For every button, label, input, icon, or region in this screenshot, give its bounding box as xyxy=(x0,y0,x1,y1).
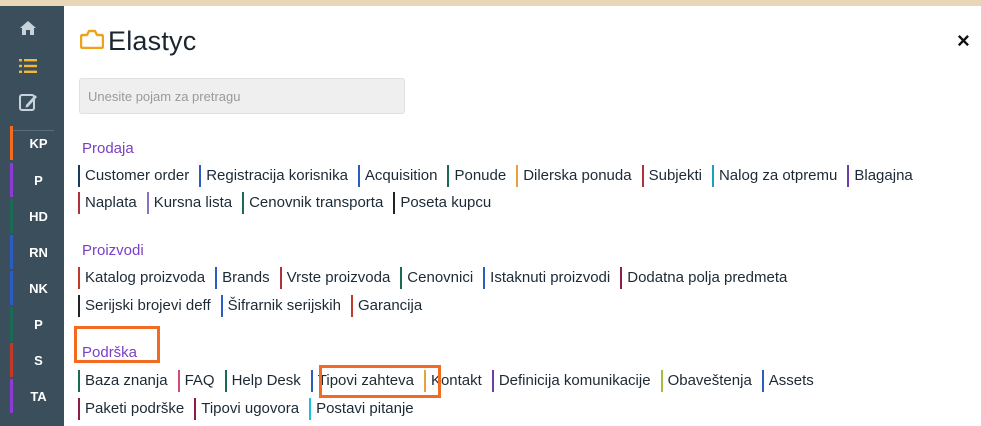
list-icon[interactable] xyxy=(18,56,38,76)
menu-link-postavi-pitanje[interactable]: Postavi pitanje xyxy=(309,398,420,420)
menu-row: Naplata Kursna lista Cenovnik transporta Po… xyxy=(78,191,501,215)
menu-link-dodatna-polja-predmeta[interactable]: Dodatna polja predmeta xyxy=(620,267,793,289)
rail-item-p-1[interactable]: P xyxy=(10,163,64,197)
menu-link-naplata[interactable]: Naplata xyxy=(78,192,143,214)
rail-item-ta-7[interactable]: TA xyxy=(10,379,64,413)
rail-item-nk-4[interactable]: NK xyxy=(10,271,64,305)
menu-link-istaknuti-proizvodi[interactable]: Istaknuti proizvodi xyxy=(483,267,616,289)
menu-link-cenovnik-transporta[interactable]: Cenovnik transporta xyxy=(242,192,389,214)
menu-link-nalog-za-otpremu[interactable]: Nalog za otpremu xyxy=(711,165,843,187)
menu-row: Katalog proizvoda Brands Vrste proizvoda Ce… xyxy=(78,266,797,290)
search-input[interactable] xyxy=(79,78,405,114)
rail-item-s-6[interactable]: S xyxy=(10,343,64,377)
menu-link-blagajna[interactable]: Blagajna xyxy=(847,165,918,187)
menu-row: Serijski brojevi deff Šifrarnik serijskih… xyxy=(78,294,432,318)
rail-item-rn-3[interactable]: RN xyxy=(10,235,64,269)
section-title-1: Proizvodi xyxy=(82,242,144,259)
menu-link-paketi-podr-ke[interactable]: Paketi podrške xyxy=(78,398,190,420)
menu-link-ponude[interactable]: Ponude xyxy=(447,165,512,187)
left-rail: KP P HD RN NK P S TA xyxy=(0,6,64,426)
menu-link-garancija[interactable]: Garancija xyxy=(350,295,428,317)
menu-link-tipovi-zahteva[interactable]: Tipovi zahteva xyxy=(310,370,420,392)
section-title-2: Podrška xyxy=(82,344,138,361)
cloud-folder-icon xyxy=(79,29,105,54)
menu-link-subjekti[interactable]: Subjekti xyxy=(641,165,708,187)
menu-link-cenovnici[interactable]: Cenovnici xyxy=(400,267,479,289)
menu-link-help-desk[interactable]: Help Desk xyxy=(224,370,307,392)
menu-link-acquisition[interactable]: Acquisition xyxy=(357,165,444,187)
menu-link-faq[interactable]: FAQ xyxy=(177,370,221,392)
edit-note-icon[interactable] xyxy=(18,92,38,112)
menu-link-kontakt[interactable]: Kontakt xyxy=(423,370,488,392)
close-icon[interactable]: × xyxy=(957,30,970,52)
menu-link-dilerska-ponuda[interactable]: Dilerska ponuda xyxy=(516,165,637,187)
menu-link-poseta-kupcu[interactable]: Poseta kupcu xyxy=(393,192,497,214)
menu-row: Paketi podrške Tipovi ugovora Postavi pita… xyxy=(78,397,424,421)
menu-link-katalog-proizvoda[interactable]: Katalog proizvoda xyxy=(78,267,211,289)
menu-link-registracija-korisnika[interactable]: Registracija korisnika xyxy=(199,165,354,187)
menu-link-assets[interactable]: Assets xyxy=(761,370,820,392)
rail-item-p-5[interactable]: P xyxy=(10,307,64,341)
menu-link-baza-znanja[interactable]: Baza znanja xyxy=(78,370,174,392)
brand-logo: Elastyc xyxy=(79,26,197,57)
home-icon[interactable] xyxy=(18,18,38,38)
menu-link-brands[interactable]: Brands xyxy=(215,267,276,289)
menu-link-definicija-komunikacije[interactable]: Definicija komunikacije xyxy=(491,370,657,392)
menu-link-ifrarnik-serijskih[interactable]: Šifrarnik serijskih xyxy=(220,295,347,317)
section-title-0: Prodaja xyxy=(82,140,134,157)
menu-row: Baza znanja FAQ Help Desk Tipovi zahteva Kon… xyxy=(78,369,824,393)
rail-item-kp-0[interactable]: KP xyxy=(10,126,64,160)
menu-row: Customer order Registracija korisnika Acqu… xyxy=(78,164,923,188)
menu-link-kursna-lista[interactable]: Kursna lista xyxy=(146,192,238,214)
menu-link-serijski-brojevi-deff[interactable]: Serijski brojevi deff xyxy=(78,295,217,317)
menu-link-customer-order[interactable]: Customer order xyxy=(78,165,195,187)
navigation-panel: Elastyc × Prodaja Customer orderRegistrac… xyxy=(64,10,981,426)
menu-link-obave-tenja[interactable]: Obaveštenja xyxy=(660,370,758,392)
top-strip xyxy=(0,0,981,6)
brand-name: Elastyc xyxy=(108,26,197,56)
menu-link-tipovi-ugovora[interactable]: Tipovi ugovora xyxy=(194,398,305,420)
rail-item-hd-2[interactable]: HD xyxy=(10,199,64,233)
menu-link-vrste-proizvoda[interactable]: Vrste proizvoda xyxy=(279,267,397,289)
